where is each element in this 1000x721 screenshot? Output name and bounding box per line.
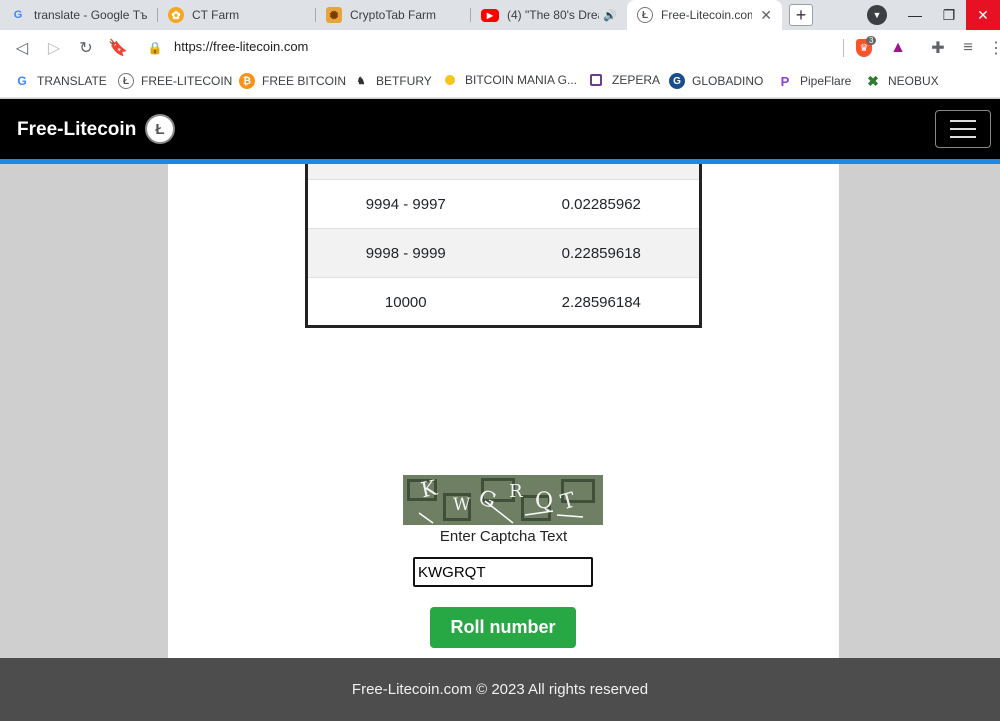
roll-number-button[interactable]: Roll number — [430, 607, 576, 648]
table-row: 10000 2.28596184 — [308, 277, 699, 326]
bookmark-label: BETFURY — [376, 74, 432, 88]
captcha-image: K W G R Q T — [403, 475, 603, 525]
bookmark-icon[interactable]: 🔖 — [108, 38, 128, 58]
cryptotab-icon: ✺ — [326, 7, 342, 23]
site-brand[interactable]: Free-Litecoin — [17, 119, 136, 141]
navbar-toggle-button[interactable] — [935, 110, 991, 148]
close-tab-icon[interactable]: ✕ — [760, 7, 772, 24]
bookmark-label: ZEPERA — [612, 73, 661, 87]
prize-table: 9994 - 9997 0.02285962 9998 - 9999 0.228… — [305, 164, 702, 328]
tab-cryptotab-farm[interactable]: ✺ CryptoTab Farm — [316, 0, 471, 30]
tab-youtube[interactable]: ▶ (4) "The 80's Dream 🔊 — [471, 0, 627, 30]
close-window-icon[interactable]: ✕ — [966, 0, 1000, 30]
speaker-icon[interactable]: 🔊 — [603, 9, 617, 22]
youtube-icon: ▶ — [481, 8, 499, 22]
bookmark-translate[interactable]: G TRANSLATE — [14, 73, 107, 89]
tab-label: translate - Google Търс — [34, 8, 148, 22]
neobux-icon: ✖ — [867, 72, 879, 89]
tab-label: (4) "The 80's Dream — [507, 8, 599, 22]
bookmark-label: GLOBADINO — [692, 74, 764, 88]
bookmark-zepera[interactable]: ZEPERA — [590, 73, 660, 87]
bookmark-label: PipeFlare — [800, 74, 852, 88]
google-icon: G — [17, 74, 27, 88]
tab-free-litecoin[interactable]: Ł Free-Litecoin.com ✕ — [627, 0, 782, 30]
extensions-icon[interactable]: ✚ — [928, 38, 948, 58]
range-cell: 10000 — [384, 293, 427, 311]
litecoin-icon: Ł — [118, 73, 134, 89]
ct-farm-icon: ✿ — [168, 7, 184, 23]
bookmark-free-bitcoin[interactable]: ₿ FREE BITCOIN — [239, 73, 346, 89]
bookmark-label: TRANSLATE — [37, 74, 107, 88]
bookmarks-bar: G TRANSLATE Ł FREE-LITECOIN ₿ FREE BITCO… — [0, 66, 1000, 98]
captcha-label: Enter Captcha Text — [439, 528, 568, 545]
back-icon[interactable]: ◁ — [12, 38, 32, 58]
prize-cell: 0.02285962 — [561, 195, 641, 213]
bookmark-label: FREE BITCOIN — [262, 74, 347, 88]
reload-icon[interactable]: ↻ — [76, 38, 96, 58]
bookmark-bitcoin-mania[interactable]: BITCOIN MANIA G... — [442, 73, 577, 87]
pipeflare-icon: P — [780, 73, 790, 89]
bookmark-pipeflare[interactable]: P PipeFlare — [777, 73, 852, 89]
table-row: 9998 - 9999 0.22859618 — [308, 228, 699, 277]
site-navbar: Free-Litecoin Ł — [0, 99, 1000, 159]
brave-badge: 3 — [866, 36, 877, 45]
bitcoin-mania-icon — [445, 75, 455, 85]
bookmark-globadino[interactable]: G GLOBADINO — [669, 73, 763, 89]
prize-cell: 2.28596184 — [561, 293, 641, 311]
new-tab-button[interactable]: + — [789, 4, 813, 26]
media-queue-icon[interactable]: ≡ — [958, 38, 978, 58]
litecoin-logo-icon: Ł — [145, 114, 175, 144]
captcha-input[interactable] — [413, 557, 593, 587]
bookmark-neobux[interactable]: ✖ NEOBUX — [865, 73, 939, 89]
litecoin-icon: Ł — [637, 7, 653, 23]
betfury-icon: ♞ — [356, 75, 366, 87]
table-row: 9994 - 9997 0.02285962 — [308, 179, 699, 228]
site-footer: Free-Litecoin.com © 2023 All rights rese… — [0, 658, 1000, 721]
address-bar[interactable]: https://free-litecoin.com — [174, 39, 308, 54]
tab-label: CryptoTab Farm — [350, 8, 437, 22]
maximize-icon[interactable]: ❐ — [936, 0, 962, 30]
range-cell: 9998 - 9999 — [365, 244, 446, 262]
address-toolbar: ◁ ▷ ↻ 🔖 🔒 https://free-litecoin.com ♛ 3 … — [0, 30, 1000, 66]
menu-icon[interactable]: ⋮ — [986, 38, 1000, 58]
range-cell: 9994 - 9997 — [365, 195, 446, 213]
main-content: 9994 - 9997 0.02285962 9998 - 9999 0.228… — [168, 164, 839, 658]
prize-cell: 0.22859618 — [561, 244, 641, 262]
brave-rewards-icon[interactable]: ▲ — [888, 38, 908, 58]
tab-label: Free-Litecoin.com — [661, 8, 753, 22]
tab-search-icon[interactable]: ▼ — [866, 0, 888, 30]
zepera-icon — [590, 74, 602, 86]
tab-strip: G translate - Google Търс ✿ CT Farm ✺ Cr… — [0, 0, 1000, 30]
tab-translate[interactable]: G translate - Google Търс — [0, 0, 158, 30]
bookmark-free-litecoin[interactable]: Ł FREE-LITECOIN — [118, 73, 232, 89]
bookmark-label: NEOBUX — [888, 74, 939, 88]
bookmark-label: BITCOIN MANIA G... — [465, 73, 578, 87]
google-icon: G — [13, 9, 23, 21]
footer-text: Free-Litecoin.com © 2023 All rights rese… — [351, 681, 649, 698]
tab-ct-farm[interactable]: ✿ CT Farm — [158, 0, 316, 30]
globadino-icon: G — [669, 73, 685, 89]
minimize-icon[interactable]: — — [900, 0, 930, 30]
forward-icon[interactable]: ▷ — [44, 38, 64, 58]
bookmark-betfury[interactable]: ♞ BETFURY — [353, 73, 432, 89]
brave-shield-icon[interactable]: ♛ 3 — [854, 36, 877, 58]
bitcoin-icon: ₿ — [239, 73, 255, 89]
lock-icon: 🔒 — [147, 41, 163, 55]
captcha-noise-lines — [418, 500, 584, 524]
table-row — [308, 164, 699, 179]
tab-label: CT Farm — [192, 8, 240, 22]
bookmark-label: FREE-LITECOIN — [141, 74, 233, 88]
